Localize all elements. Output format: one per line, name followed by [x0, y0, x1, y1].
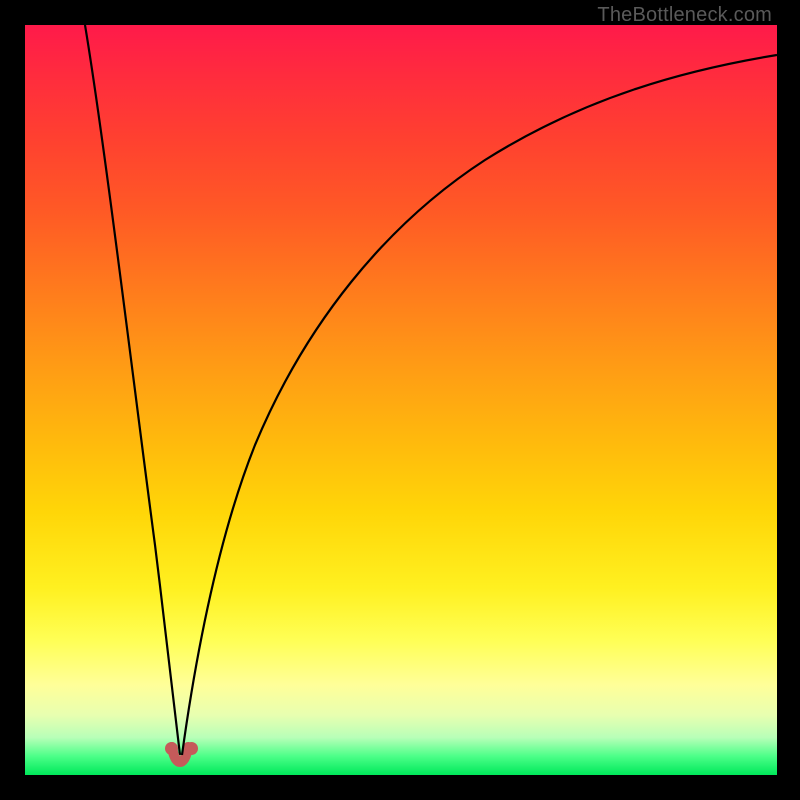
chart-container: TheBottleneck.com: [0, 0, 800, 800]
strip-dot: [185, 742, 198, 755]
watermark: TheBottleneck.com: [597, 4, 772, 27]
plot-area: [25, 25, 777, 775]
strip-dot: [165, 742, 178, 755]
